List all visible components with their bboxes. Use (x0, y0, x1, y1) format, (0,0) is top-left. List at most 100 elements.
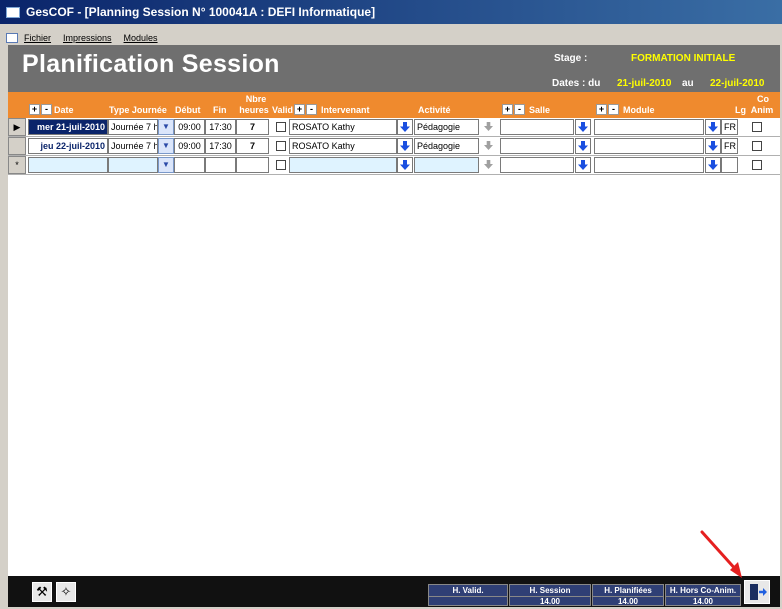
stage-label: Stage : (554, 53, 588, 64)
row-selector[interactable]: ▶ (8, 118, 26, 136)
col-date: Date (54, 105, 74, 115)
module-cell[interactable] (594, 157, 704, 173)
activite-cell[interactable]: Pédagogie (414, 138, 479, 154)
lg-cell[interactable] (721, 157, 738, 173)
grey-down-arrow-icon[interactable] (481, 119, 497, 135)
new-row[interactable]: * ▼ (8, 156, 780, 175)
lg-cell[interactable]: FR (721, 119, 738, 135)
blue-down-arrow-icon[interactable] (705, 157, 721, 173)
activite-cell[interactable]: Pédagogie (414, 119, 479, 135)
grey-down-arrow-icon[interactable] (481, 138, 497, 154)
intervenant-remove-button[interactable]: - (306, 104, 317, 115)
salle-cell[interactable] (500, 157, 574, 173)
dropdown-arrow-icon[interactable]: ▼ (158, 119, 174, 135)
blue-down-arrow-icon[interactable] (575, 138, 591, 154)
col-fin: Fin (213, 105, 227, 115)
h-hors-co-anim-label: H. Hors Co-Anim. (669, 586, 737, 595)
module-cell[interactable] (594, 119, 704, 135)
grey-down-arrow-icon[interactable] (481, 157, 497, 173)
intervenant-cell[interactable] (289, 157, 397, 173)
date-cell[interactable]: jeu 22-juil-2010 (28, 138, 108, 154)
table-row[interactable]: jeu 22-juil-2010 Journée 7 hrs ▼ 09:00 1… (8, 137, 780, 156)
h-valid-label: H. Valid. (452, 586, 484, 595)
h-session-value: 14.00 (510, 596, 590, 606)
date-remove-button[interactable]: - (41, 104, 52, 115)
col-type-journee: Type Journée (109, 105, 167, 115)
heures-cell[interactable] (236, 157, 269, 173)
h-hors-co-anim-value: 14.00 (666, 596, 740, 606)
menu-fichier[interactable]: Fichier (24, 33, 51, 43)
col-intervenant: Intervenant (321, 105, 370, 115)
valid-checkbox[interactable] (276, 122, 286, 132)
menu-impressions[interactable]: Impressions (63, 33, 112, 43)
h-hors-co-anim-box: H. Hors Co-Anim. 14.00 (665, 584, 741, 606)
intervenant-add-button[interactable]: + (294, 104, 305, 115)
fin-cell[interactable]: 17:30 (205, 119, 236, 135)
intervenant-cell[interactable]: ROSATO Kathy (289, 138, 397, 154)
date-from: 21-juil-2010 (617, 78, 672, 89)
blue-down-arrow-icon[interactable] (397, 138, 413, 154)
type-journee-cell[interactable]: Journée 7 hrs (108, 138, 158, 154)
heures-cell[interactable]: 7 (236, 119, 269, 135)
debut-cell[interactable]: 09:00 (174, 138, 205, 154)
col-lg: Lg (735, 105, 746, 115)
module-remove-button[interactable]: - (608, 104, 619, 115)
salle-cell[interactable] (500, 138, 574, 154)
lg-cell[interactable]: FR (721, 138, 738, 154)
window-title: GesCOF - [Planning Session N° 100041A : … (26, 5, 376, 19)
date-to: 22-juil-2010 (710, 78, 765, 89)
blue-down-arrow-icon[interactable] (397, 157, 413, 173)
blue-down-arrow-icon[interactable] (705, 138, 721, 154)
date-add-button[interactable]: + (29, 104, 40, 115)
h-session-label: H. Session (529, 586, 571, 595)
window-title-bar: GesCOF - [Planning Session N° 100041A : … (0, 0, 782, 24)
h-valid-value (429, 596, 507, 606)
table-row[interactable]: ▶ mer 21-juil-2010 Journée 7 hrs ▼ 09:00… (8, 118, 780, 137)
blue-down-arrow-icon[interactable] (705, 119, 721, 135)
type-journee-cell[interactable] (108, 157, 158, 173)
valid-checkbox[interactable] (276, 160, 286, 170)
valid-checkbox[interactable] (276, 141, 286, 151)
dropdown-arrow-icon[interactable]: ▼ (158, 138, 174, 154)
planning-grid: ▶ mer 21-juil-2010 Journée 7 hrs ▼ 09:00… (8, 118, 780, 576)
date-cell[interactable] (28, 157, 108, 173)
menu-modules[interactable]: Modules (124, 33, 158, 43)
co-anim-checkbox[interactable] (752, 141, 762, 151)
salle-cell[interactable] (500, 119, 574, 135)
module-cell[interactable] (594, 138, 704, 154)
new-row-marker[interactable]: * (8, 156, 26, 174)
blue-down-arrow-icon[interactable] (575, 157, 591, 173)
row-selector[interactable] (8, 137, 26, 155)
h-planifiees-label: H. Planifiées (604, 586, 652, 595)
salle-add-button[interactable]: + (502, 104, 513, 115)
co-anim-checkbox[interactable] (752, 160, 762, 170)
blue-down-arrow-icon[interactable] (575, 119, 591, 135)
row-divider (8, 174, 780, 175)
exit-door-icon[interactable] (744, 580, 770, 604)
module-add-button[interactable]: + (596, 104, 607, 115)
document-icon[interactable] (6, 33, 18, 43)
co-anim-checkbox[interactable] (752, 122, 762, 132)
heures-cell[interactable]: 7 (236, 138, 269, 154)
intervenant-cell[interactable]: ROSATO Kathy (289, 119, 397, 135)
fin-cell[interactable] (205, 157, 236, 173)
type-journee-cell[interactable]: Journée 7 hrs (108, 119, 158, 135)
col-valid: Valid (272, 105, 294, 115)
debut-cell[interactable]: 09:00 (174, 119, 205, 135)
footer-bar: ⚒ ✧ H. Valid. H. Session 14.00 H. Planif… (8, 576, 780, 607)
h-planifiees-box: H. Planifiées 14.00 (592, 584, 664, 606)
col-salle: Salle (529, 105, 551, 115)
salle-remove-button[interactable]: - (514, 104, 525, 115)
fin-cell[interactable]: 17:30 (205, 138, 236, 154)
date-cell[interactable]: mer 21-juil-2010 (28, 119, 108, 135)
activite-cell[interactable] (414, 157, 479, 173)
col-debut: Début (175, 105, 201, 115)
blue-down-arrow-icon[interactable] (397, 119, 413, 135)
page-title: Planification Session (22, 50, 280, 78)
tools-icon[interactable]: ⚒ (32, 582, 52, 602)
dropdown-arrow-icon[interactable]: ▼ (158, 157, 174, 173)
debut-cell[interactable] (174, 157, 205, 173)
stage-value: FORMATION INITIALE (631, 53, 736, 64)
wand-icon[interactable]: ✧ (56, 582, 76, 602)
h-planifiees-value: 14.00 (593, 596, 663, 606)
